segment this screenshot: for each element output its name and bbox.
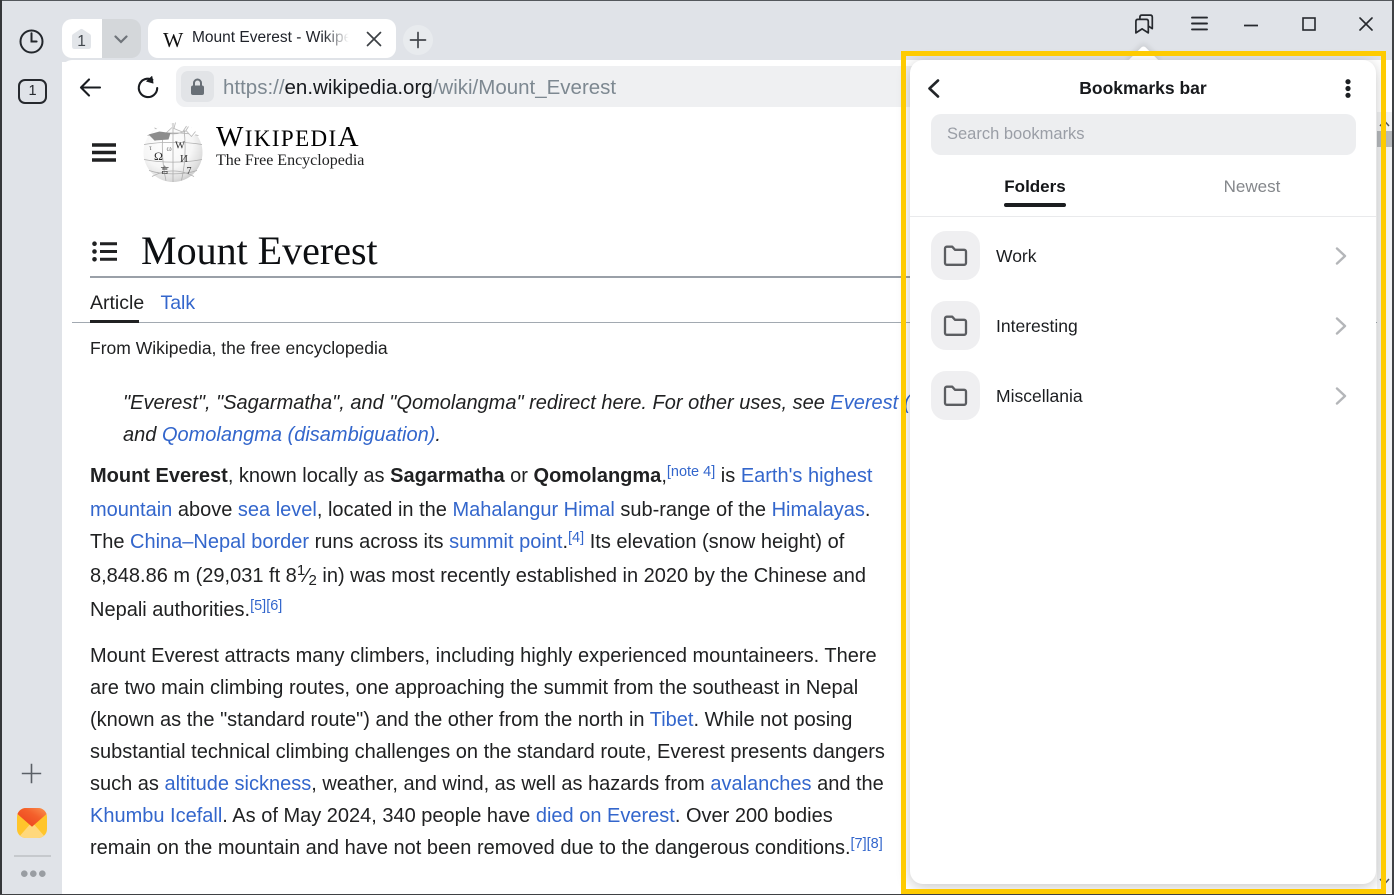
svg-text:言: 言: [161, 165, 170, 175]
svg-text:W: W: [175, 141, 185, 152]
svg-text:Ω: Ω: [154, 149, 163, 163]
svg-text:ω: ω: [167, 144, 172, 153]
svg-text:τ: τ: [149, 144, 152, 152]
svg-text:7: 7: [187, 166, 192, 177]
svg-text:1: 1: [77, 33, 86, 50]
svg-text:И: И: [180, 153, 188, 165]
